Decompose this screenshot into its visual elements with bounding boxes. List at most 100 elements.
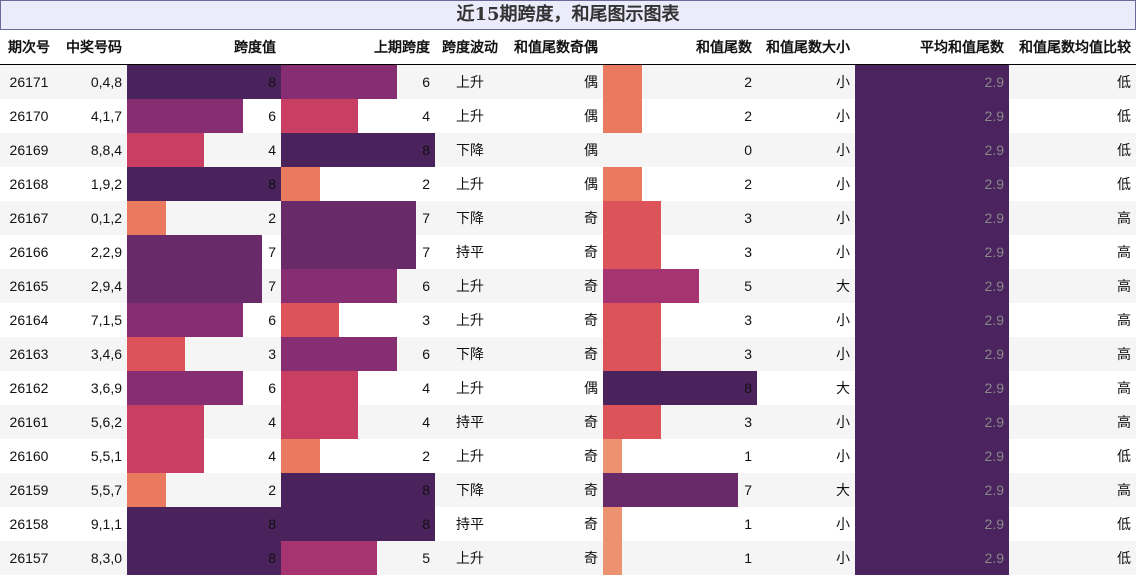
trend-cell: 下降: [435, 473, 505, 507]
issue-cell: 26167: [0, 201, 58, 235]
avg-cell: 2.9: [855, 167, 1009, 201]
prev-span-bar: [281, 235, 416, 269]
issue-cell: 26165: [0, 269, 58, 303]
parity-cell: 奇: [505, 201, 603, 235]
prev-span-cell: 6: [281, 269, 435, 303]
size-cell: 小: [757, 303, 855, 337]
span-cell: 4: [127, 133, 281, 167]
size-cell: 小: [757, 99, 855, 133]
span-value: 3: [268, 346, 276, 362]
avg-cell: 2.9: [855, 64, 1009, 99]
span-cell: 3: [127, 337, 281, 371]
parity-cell: 偶: [505, 64, 603, 99]
span-bar: [127, 65, 281, 99]
issue-cell: 26170: [0, 99, 58, 133]
trend-cell: 下降: [435, 133, 505, 167]
prev-span-value: 2: [422, 176, 430, 192]
span-cell: 8: [127, 64, 281, 99]
numbers-cell: 4,1,7: [58, 99, 127, 133]
col-header-span: 跨度值: [127, 30, 281, 65]
prev-span-bar: [281, 303, 339, 337]
size-cell: 小: [757, 201, 855, 235]
avg-cell: 2.9: [855, 133, 1009, 167]
compare-cell: 高: [1009, 337, 1136, 371]
table-row: 26164 7,1,5 6 3 上升奇 3 小 2.9 高: [0, 303, 1136, 337]
trend-cell: 上升: [435, 269, 505, 303]
span-bar: [127, 201, 166, 235]
tail-value: 3: [744, 346, 752, 362]
avg-value: 2.9: [984, 278, 1004, 294]
span-bar: [127, 439, 204, 473]
size-cell: 小: [757, 235, 855, 269]
avg-cell: 2.9: [855, 405, 1009, 439]
table-row: 26166 2,2,9 7 7 持平奇 3 小 2.9 高: [0, 235, 1136, 269]
prev-span-value: 8: [422, 482, 430, 498]
span-bar: [127, 337, 185, 371]
parity-cell: 奇: [505, 337, 603, 371]
table-row: 26170 4,1,7 6 4 上升偶 2 小 2.9 低: [0, 99, 1136, 133]
compare-cell: 低: [1009, 133, 1136, 167]
table-row: 26169 8,8,4 4 8 下降偶 0 小 2.9 低: [0, 133, 1136, 167]
table-row: 26168 1,9,2 8 2 上升偶 2 小 2.9 低: [0, 167, 1136, 201]
tail-cell: 0: [603, 133, 757, 167]
tail-value: 3: [744, 244, 752, 260]
tail-cell: 3: [603, 201, 757, 235]
tail-cell: 3: [603, 303, 757, 337]
parity-cell: 偶: [505, 167, 603, 201]
compare-cell: 高: [1009, 303, 1136, 337]
avg-value: 2.9: [984, 414, 1004, 430]
compare-cell: 高: [1009, 235, 1136, 269]
avg-cell: 2.9: [855, 99, 1009, 133]
prev-span-value: 4: [422, 414, 430, 430]
compare-cell: 低: [1009, 439, 1136, 473]
tail-bar: [603, 65, 642, 99]
prev-span-cell: 7: [281, 235, 435, 269]
prev-span-value: 3: [422, 312, 430, 328]
size-cell: 小: [757, 133, 855, 167]
tail-value: 2: [744, 176, 752, 192]
compare-cell: 低: [1009, 167, 1136, 201]
table-row: 26161 5,6,2 4 4 持平奇 3 小 2.9 高: [0, 405, 1136, 439]
issue-cell: 26159: [0, 473, 58, 507]
span-cell: 7: [127, 269, 281, 303]
avg-cell: 2.9: [855, 439, 1009, 473]
issue-cell: 26164: [0, 303, 58, 337]
trend-cell: 上升: [435, 64, 505, 99]
compare-cell: 高: [1009, 371, 1136, 405]
avg-cell: 2.9: [855, 337, 1009, 371]
prev-span-bar: [281, 133, 435, 167]
parity-cell: 奇: [505, 235, 603, 269]
table-body: 26171 0,4,8 8 6 上升偶 2 小 2.9 低 26170 4,1,7 6 4 上升偶 2 小 2.…: [0, 64, 1136, 575]
prev-span-cell: 8: [281, 133, 435, 167]
tail-cell: 8: [603, 371, 757, 405]
trend-cell: 下降: [435, 201, 505, 235]
tail-cell: 5: [603, 269, 757, 303]
avg-cell: 2.9: [855, 371, 1009, 405]
prev-span-value: 6: [422, 346, 430, 362]
table-row: 26157 8,3,0 8 5 上升奇 1 小 2.9 低: [0, 541, 1136, 575]
table-row: 26158 9,1,1 8 8 持平奇 1 小 2.9 低: [0, 507, 1136, 541]
span-value: 6: [268, 108, 276, 124]
avg-value: 2.9: [984, 448, 1004, 464]
span-value: 7: [268, 278, 276, 294]
tail-value: 0: [744, 142, 752, 158]
tail-cell: 3: [603, 405, 757, 439]
prev-span-cell: 7: [281, 201, 435, 235]
prev-span-bar: [281, 337, 397, 371]
table-row: 26162 3,6,9 6 4 上升偶 8 大 2.9 高: [0, 371, 1136, 405]
prev-span-cell: 6: [281, 337, 435, 371]
span-bar: [127, 303, 243, 337]
compare-cell: 高: [1009, 473, 1136, 507]
tail-value: 3: [744, 414, 752, 430]
numbers-cell: 5,5,7: [58, 473, 127, 507]
size-cell: 小: [757, 507, 855, 541]
header-row: 期次号 中奖号码 跨度值 上期跨度 跨度波动 和值尾数奇偶 和值尾数 和值尾数大…: [0, 30, 1136, 65]
prev-span-value: 8: [422, 142, 430, 158]
span-bar: [127, 371, 243, 405]
col-header-prev-span: 上期跨度: [281, 30, 435, 65]
size-cell: 大: [757, 269, 855, 303]
issue-cell: 26169: [0, 133, 58, 167]
tail-bar: [603, 167, 642, 201]
col-header-trend: 跨度波动: [435, 30, 505, 65]
tail-bar: [603, 99, 642, 133]
